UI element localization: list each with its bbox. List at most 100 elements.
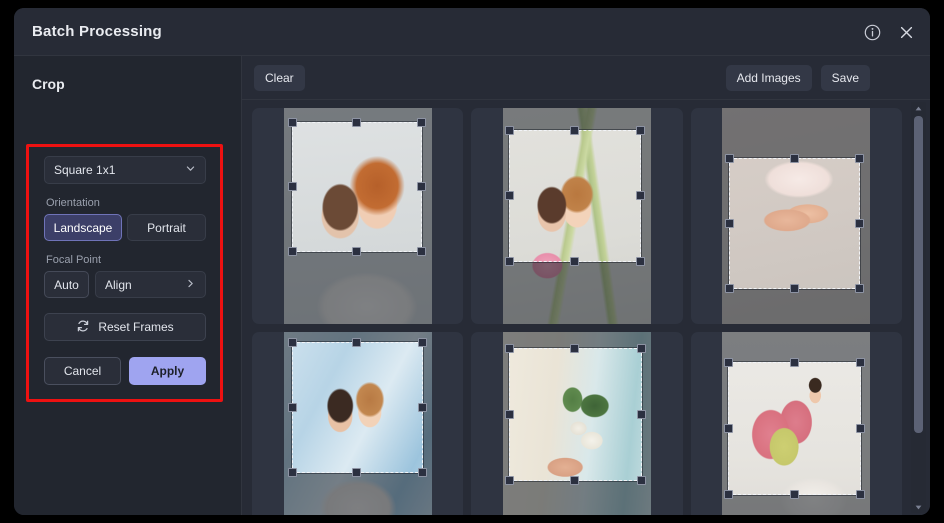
crop-handle-mr[interactable]	[856, 424, 865, 433]
thumbnail-grid	[252, 108, 902, 515]
scrollbar-thumb[interactable]	[914, 116, 923, 433]
crop-handle-tl[interactable]	[288, 118, 297, 127]
crop-handle-bl[interactable]	[505, 257, 514, 266]
crop-handle-tr[interactable]	[855, 154, 864, 163]
thumbnail-cell[interactable]	[691, 108, 902, 324]
crop-handle-br[interactable]	[855, 284, 864, 293]
crop-handle-mr[interactable]	[855, 219, 864, 228]
crop-frame[interactable]	[292, 122, 422, 252]
thumbnail-cell[interactable]	[252, 108, 463, 324]
crop-handle-bl[interactable]	[288, 468, 297, 477]
crop-handle-mr[interactable]	[636, 191, 645, 200]
crop-handle-tr[interactable]	[637, 344, 646, 353]
thumbnail-cell[interactable]	[252, 332, 463, 515]
cancel-button[interactable]: Cancel	[44, 357, 121, 385]
triangle-down-icon[interactable]	[911, 501, 926, 513]
dialog-titlebar: Batch Processing	[14, 8, 930, 56]
thumbnail-photo-soft-focus-pair-flowers	[503, 108, 651, 324]
orientation-option-landscape[interactable]: Landscape	[44, 214, 122, 241]
crop-handle-tr[interactable]	[636, 126, 645, 135]
align-label: Align	[105, 278, 185, 292]
thumbnail-cell[interactable]	[691, 332, 902, 515]
crop-handle-bl[interactable]	[724, 490, 733, 499]
crop-handle-tc[interactable]	[570, 344, 579, 353]
crop-frame[interactable]	[509, 348, 642, 481]
crop-handle-tr[interactable]	[856, 358, 865, 367]
crop-handle-br[interactable]	[417, 247, 426, 256]
crop-handle-tl[interactable]	[505, 344, 514, 353]
crop-frame[interactable]	[729, 158, 860, 289]
crop-handle-tl[interactable]	[725, 154, 734, 163]
crop-handle-mr[interactable]	[637, 410, 646, 419]
thumbnail-cell[interactable]	[471, 332, 682, 515]
crop-handle-tc[interactable]	[570, 126, 579, 135]
crop-handle-ml[interactable]	[288, 403, 297, 412]
crop-handle-ml[interactable]	[725, 219, 734, 228]
grid-scrollbar[interactable]	[911, 102, 926, 513]
crop-handle-br[interactable]	[418, 468, 427, 477]
panel-footer-actions: Cancel Apply	[44, 357, 206, 385]
toolbar-right-actions: Add Images Save	[726, 65, 870, 91]
crop-handle-tc[interactable]	[790, 154, 799, 163]
crop-handle-tr[interactable]	[417, 118, 426, 127]
main-content: Clear Add Images Save	[242, 56, 930, 515]
crop-handle-bc[interactable]	[570, 476, 579, 485]
crop-handle-ml[interactable]	[505, 191, 514, 200]
crop-sidebar: Crop Square 1x1 Orientation	[14, 56, 242, 515]
crop-frame[interactable]	[292, 342, 423, 473]
orientation-option-portrait[interactable]: Portrait	[127, 214, 206, 241]
crop-handle-tc[interactable]	[352, 338, 361, 347]
thumbnail-cell[interactable]	[471, 108, 682, 324]
crop-frame[interactable]	[728, 362, 861, 495]
add-images-button[interactable]: Add Images	[726, 65, 812, 91]
crop-handle-ml[interactable]	[724, 424, 733, 433]
crop-handle-bc[interactable]	[790, 490, 799, 499]
crop-handle-bc[interactable]	[352, 468, 361, 477]
focal-point-label: Focal Point	[46, 254, 206, 266]
crop-handle-ml[interactable]	[288, 182, 297, 191]
chevron-down-icon	[185, 161, 196, 179]
crop-handle-bc[interactable]	[352, 247, 361, 256]
crop-handle-bl[interactable]	[725, 284, 734, 293]
crop-handle-tl[interactable]	[724, 358, 733, 367]
apply-button[interactable]: Apply	[129, 357, 206, 385]
crop-handle-br[interactable]	[856, 490, 865, 499]
crop-handle-tc[interactable]	[790, 358, 799, 367]
crop-handle-bc[interactable]	[570, 257, 579, 266]
aspect-ratio-select[interactable]: Square 1x1	[44, 156, 206, 184]
crop-handle-br[interactable]	[636, 257, 645, 266]
crop-handle-tc[interactable]	[352, 118, 361, 127]
thumbnail-photo-two-women-grey-studio	[284, 108, 432, 324]
crop-handle-tl[interactable]	[505, 126, 514, 135]
chevron-right-icon	[185, 278, 196, 292]
crop-handle-mr[interactable]	[417, 182, 426, 191]
dialog-title: Batch Processing	[32, 23, 162, 40]
focal-point-auto-button[interactable]: Auto	[44, 271, 89, 298]
crop-handle-mr[interactable]	[418, 403, 427, 412]
clear-button[interactable]: Clear	[254, 65, 305, 91]
crop-handle-bl[interactable]	[505, 476, 514, 485]
close-x-icon[interactable]	[896, 22, 916, 42]
save-button[interactable]: Save	[821, 65, 870, 91]
orientation-label: Orientation	[46, 197, 206, 209]
thumbnail-photo-hands-with-ring	[722, 108, 870, 324]
crop-handle-br[interactable]	[637, 476, 646, 485]
crop-options-panel: Square 1x1 Orientation Landscape Portrai…	[44, 156, 206, 385]
reset-frames-label: Reset Frames	[98, 320, 173, 334]
info-circle-icon[interactable]	[862, 22, 882, 42]
crop-handle-tl[interactable]	[288, 338, 297, 347]
titlebar-actions	[862, 8, 916, 56]
aspect-ratio-value: Square 1x1	[54, 163, 185, 177]
triangle-up-icon[interactable]	[911, 102, 926, 114]
crop-frame[interactable]	[509, 130, 641, 262]
main-toolbar: Clear Add Images Save	[242, 56, 930, 100]
focal-point-align-button[interactable]: Align	[95, 271, 206, 298]
reset-frames-button[interactable]: Reset Frames	[44, 313, 206, 341]
focal-point-row: Auto Align	[44, 271, 206, 298]
crop-handle-bc[interactable]	[790, 284, 799, 293]
crop-handle-bl[interactable]	[288, 247, 297, 256]
scrollbar-track[interactable]	[911, 114, 926, 501]
crop-handle-ml[interactable]	[505, 410, 514, 419]
dialog-body: Crop Square 1x1 Orientation	[14, 56, 930, 515]
crop-handle-tr[interactable]	[418, 338, 427, 347]
